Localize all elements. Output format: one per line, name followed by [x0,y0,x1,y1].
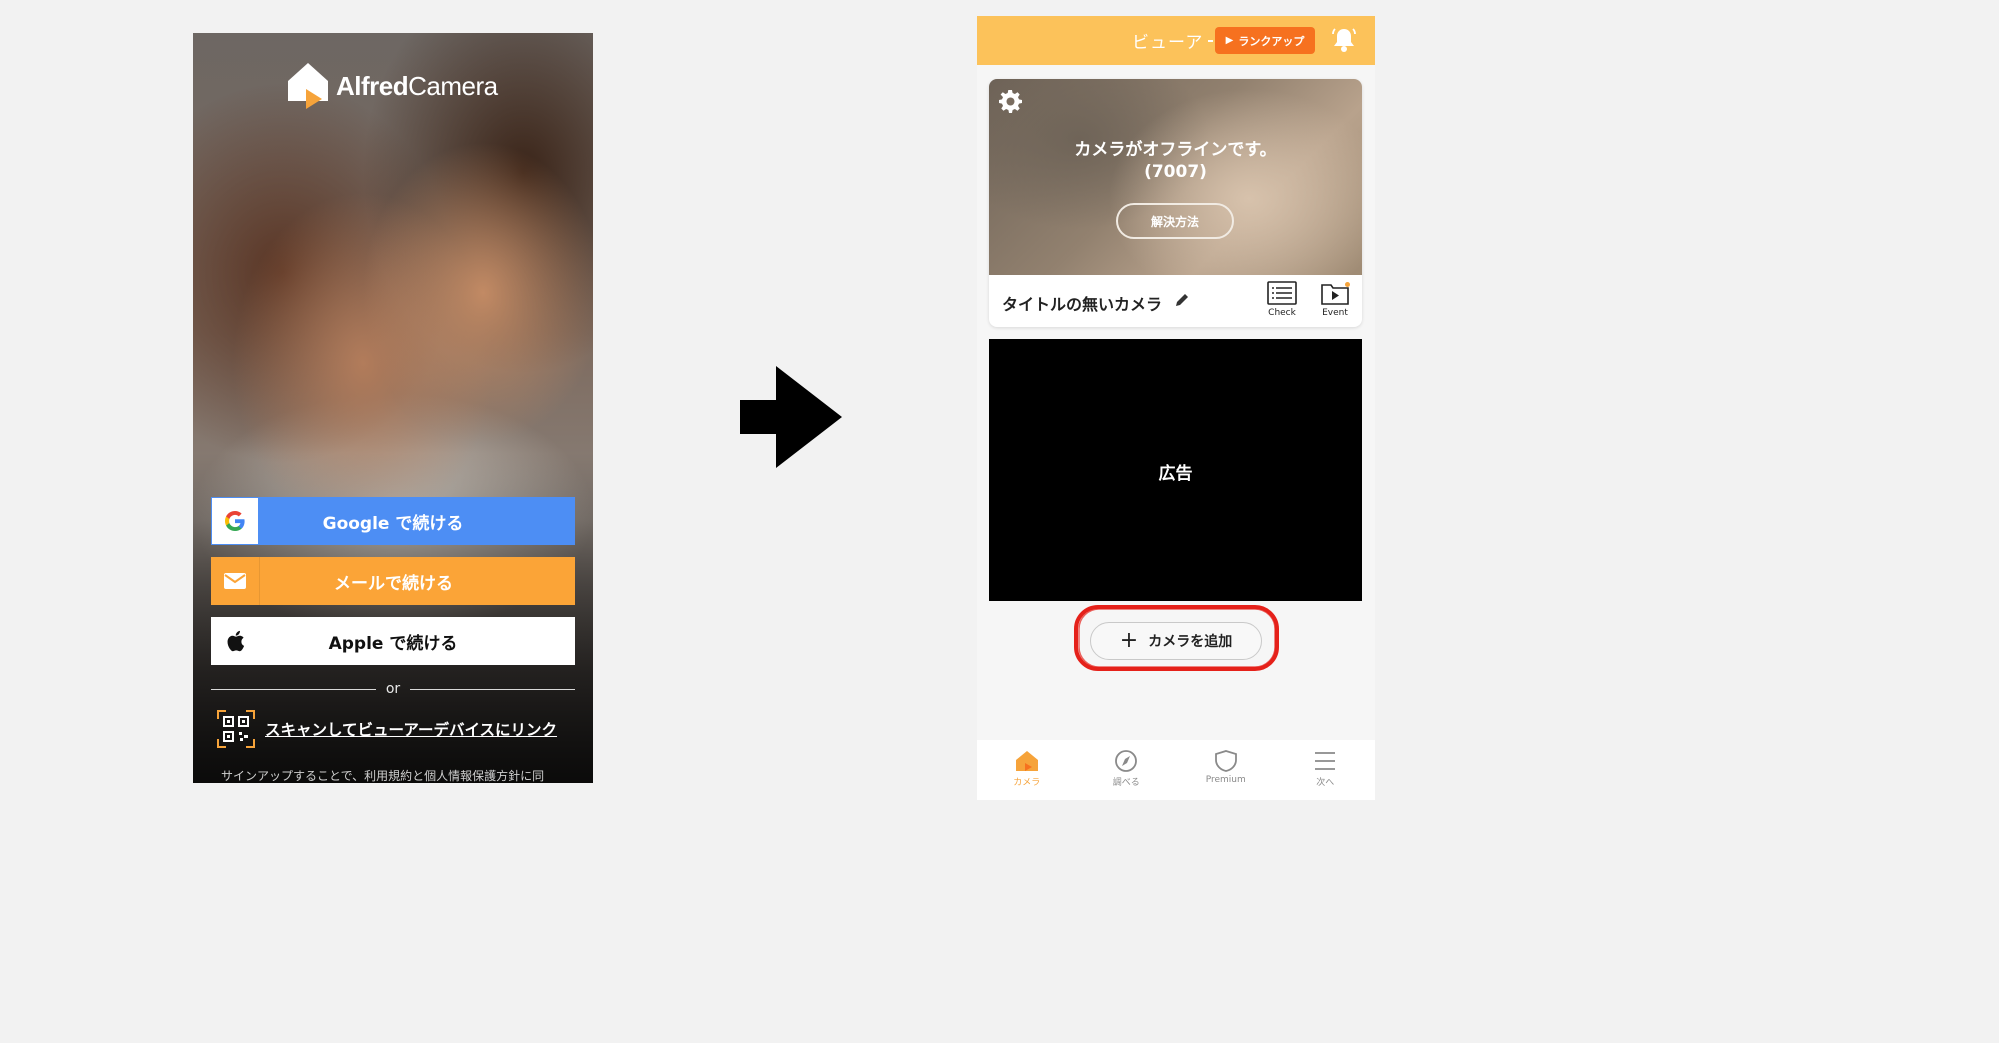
tab-next-label: 次へ [1316,778,1335,788]
ad-banner[interactable]: 広告 [989,339,1362,601]
home-icon [1015,751,1038,771]
house-logo-icon [288,63,328,109]
add-camera-button[interactable]: + カメラを追加 [1090,622,1262,660]
qr-code-icon [217,710,255,748]
rankup-label: ランクアップ [1238,34,1305,48]
event-notification-dot [1345,282,1350,287]
bottom-tab-bar: カメラ 調べる Premium 次へ [977,740,1375,800]
or-label: or [385,681,401,697]
alfredcamera-logo: AlfredCamera [286,61,498,111]
right-arrow-icon [740,366,842,468]
tab-next[interactable]: 次へ [1276,740,1376,800]
check-button[interactable]: Check [1262,281,1302,318]
menu-icon [1315,752,1336,770]
tab-premium[interactable]: Premium [1176,740,1276,800]
gear-icon[interactable] [996,87,1024,115]
legal-notice: サインアップすることで、利用規約と個人情報保護方針に同 [221,769,545,783]
app-mode-title: ビューア [1132,33,1204,53]
check-list-icon [1267,281,1297,305]
scan-link-label[interactable]: スキャンしてビューアーデバイスにリンク [265,718,557,740]
google-signin-label: Google で続ける [322,513,464,534]
event-label: Event [1322,308,1348,318]
scan-link-row[interactable]: スキャンしてビューアーデバイスにリンク [217,709,557,749]
mail-signin-label: メールで続ける [334,573,453,594]
viewer-screen: ビューア ▶ ランクアップ カメラがオフラインです。 (7007) 解決方法 タ… [977,16,1375,800]
plus-icon: + [1119,628,1139,653]
apple-signin-button[interactable]: Apple で続ける [211,617,575,665]
shield-icon [1214,750,1237,772]
mail-signin-button[interactable]: メールで続ける [211,557,575,605]
google-signin-button[interactable]: Google で続ける [211,497,575,545]
login-screen: AlfredCamera Google で続ける メールで続ける Apple で… [193,33,593,783]
tab-camera-label: カメラ [1013,778,1041,788]
divider-line [410,688,576,690]
title-separator [1208,40,1213,42]
apple-icon [211,617,259,665]
camera-card: カメラがオフラインです。 (7007) 解決方法 タイトルの無いカメラ Chec… [989,79,1362,327]
pencil-icon[interactable] [1174,292,1190,308]
or-divider: or [211,679,576,699]
tab-explore-label: 調べる [1112,778,1140,788]
resolve-button[interactable]: 解決方法 [1116,203,1234,239]
divider-line [211,688,376,690]
offline-status-title: カメラがオフラインです。 [1074,140,1277,160]
ad-label: 広告 [1158,464,1193,484]
offline-status-code: (7007) [1144,162,1207,182]
add-camera-label: カメラを追加 [1148,634,1233,650]
event-button[interactable]: Event [1315,281,1355,318]
camera-preview[interactable]: カメラがオフラインです。 (7007) 解決方法 [989,79,1362,275]
tab-explore[interactable]: 調べる [1077,740,1177,800]
tab-premium-label: Premium [1205,775,1246,785]
check-label: Check [1268,308,1296,318]
logo-wordmark: AlfredCamera [336,70,498,101]
camera-name[interactable]: タイトルの無いカメラ [1002,291,1162,315]
mail-icon [211,557,260,605]
google-icon [212,498,258,544]
bell-icon[interactable] [1332,27,1356,53]
apple-signin-label: Apple で続ける [328,633,458,654]
compass-icon [1115,750,1138,772]
top-bar: ビューア ▶ ランクアップ [977,16,1375,65]
play-icon: ▶ [1225,35,1234,46]
rankup-button[interactable]: ▶ ランクアップ [1215,27,1315,54]
tab-camera[interactable]: カメラ [977,740,1077,800]
